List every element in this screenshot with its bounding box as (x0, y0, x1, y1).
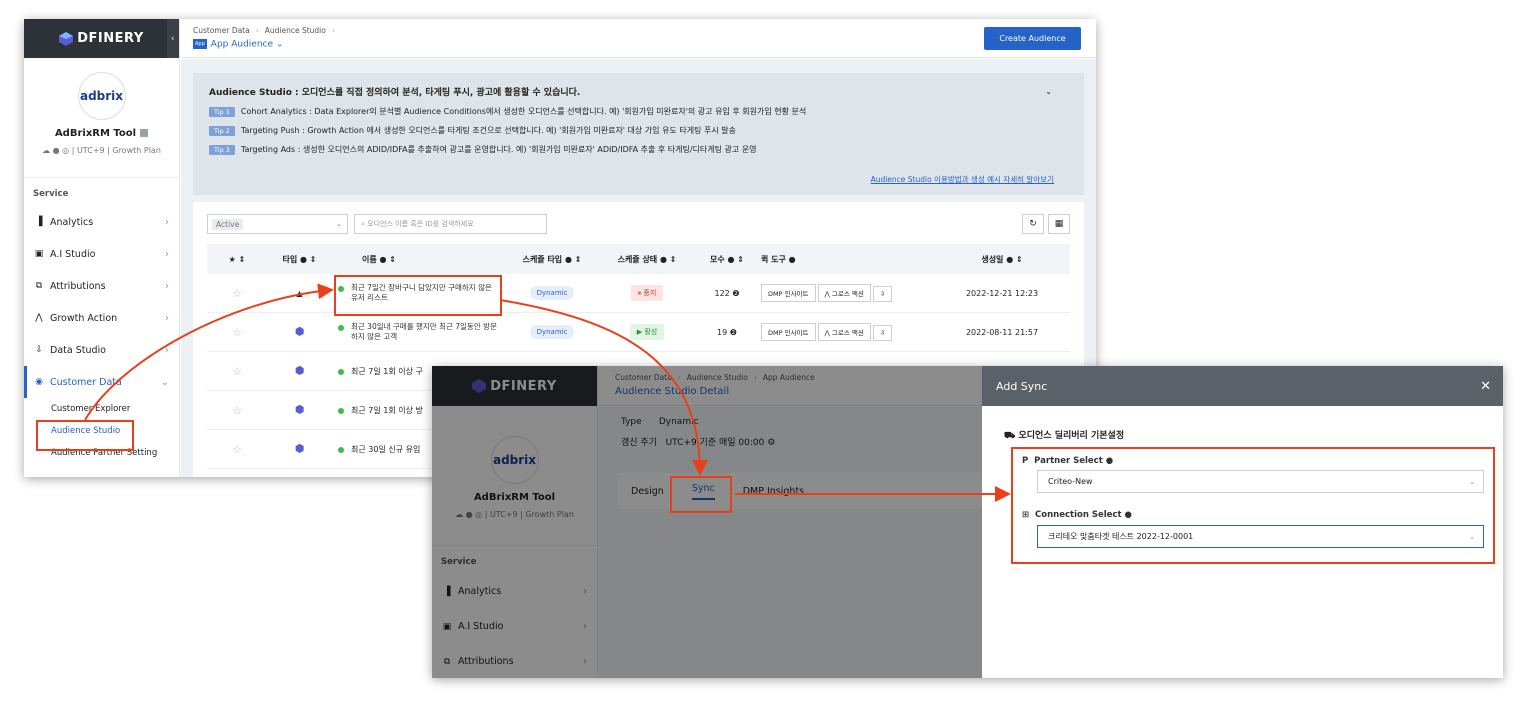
annotation-arrows (84, 283, 1011, 502)
